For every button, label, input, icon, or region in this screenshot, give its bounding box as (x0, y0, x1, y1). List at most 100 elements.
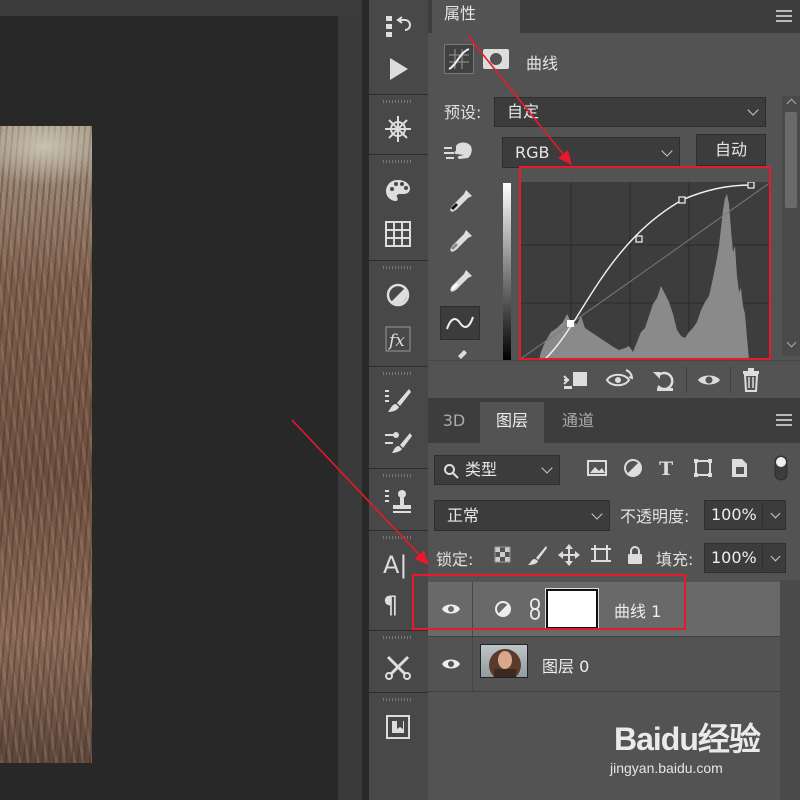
lock-position-move-icon[interactable] (558, 544, 580, 566)
tab-3d[interactable]: 3D (432, 402, 476, 443)
scroll-down-icon[interactable] (786, 337, 797, 348)
filter-pixel-layers-icon[interactable] (584, 453, 610, 483)
lock-artboard-icon[interactable] (590, 544, 612, 566)
black-point-eyedropper-icon[interactable] (440, 184, 480, 218)
search-icon (444, 464, 459, 479)
filter-type-layers-icon[interactable]: T (654, 453, 680, 483)
portrait-photo[interactable] (0, 126, 92, 763)
footer-divider (686, 367, 687, 393)
tab-channels[interactable]: 通道 (548, 402, 608, 443)
layer-mask-icon[interactable] (482, 48, 510, 70)
adjustment-title: 曲线 (526, 54, 559, 73)
reset-adjustment-icon[interactable] (650, 366, 680, 394)
curves-graph-icon[interactable] (444, 44, 474, 74)
panel-menu-icon[interactable] (776, 414, 792, 426)
color-palette-icon[interactable] (383, 176, 413, 206)
portrait-thumbnail-icon (489, 649, 521, 677)
gray-point-eyedropper-icon[interactable] (440, 224, 480, 258)
paragraph-panel-icon[interactable]: ¶ (383, 590, 413, 620)
layer-image-thumbnail[interactable] (480, 644, 528, 678)
navigator-wheel-icon[interactable] (383, 114, 413, 144)
tab-properties[interactable]: 属性 (432, 0, 520, 33)
character-panel-icon[interactable]: A| (383, 550, 413, 580)
layer-visibility-toggle[interactable] (428, 637, 473, 691)
chevron-down-icon[interactable] (770, 551, 781, 562)
blend-mode-dropdown[interactable]: 正常 (434, 500, 610, 531)
white-point-eyedropper-icon[interactable] (440, 264, 480, 298)
tool-presets-icon[interactable] (383, 652, 413, 682)
swatches-grid-icon[interactable] (383, 219, 413, 249)
adjustments-icon[interactable] (383, 280, 413, 310)
opacity-value: 100% (711, 505, 757, 524)
layer-visibility-toggle[interactable] (428, 582, 473, 636)
libraries-icon[interactable] (383, 712, 413, 742)
filter-smart-objects-icon[interactable] (726, 453, 752, 483)
eye-icon (442, 604, 460, 614)
filter-adjustment-layers-icon[interactable] (620, 453, 646, 483)
curves-graph[interactable] (519, 182, 771, 360)
target-adjust-hand-icon[interactable] (442, 138, 476, 166)
mask-link-chain-icon[interactable] (528, 598, 542, 620)
svg-text:fx: fx (387, 331, 405, 351)
panel-menu-icon[interactable] (776, 10, 792, 22)
lock-transparent-pixels-icon[interactable] (492, 544, 514, 566)
fill-value: 100% (711, 548, 757, 567)
history-icon[interactable] (383, 12, 413, 42)
fill-input[interactable]: 100% (704, 543, 786, 573)
toolbar-grip[interactable] (383, 698, 413, 701)
chevron-down-icon[interactable] (770, 508, 781, 519)
channel-dropdown[interactable]: RGB (502, 137, 680, 168)
curves-graph-svg[interactable] (519, 182, 771, 360)
filter-shape-layers-icon[interactable] (690, 453, 716, 483)
lock-all-padlock-icon[interactable] (624, 544, 646, 566)
chevron-down-icon (747, 104, 759, 116)
toolbar-grip[interactable] (383, 474, 413, 477)
chevron-down-icon (591, 507, 603, 520)
layers-tab-bar: 3D 图层 通道 (428, 398, 800, 443)
clip-to-layer-icon[interactable] (560, 366, 590, 394)
opacity-input[interactable]: 100% (704, 500, 786, 530)
panel-toolbar: fx A| ¶ (368, 0, 429, 800)
toolbar-grip[interactable] (383, 100, 413, 103)
svg-text:T: T (659, 458, 673, 480)
toolbar-divider (369, 630, 428, 631)
properties-scroll-thumb[interactable] (785, 112, 797, 208)
preset-value: 自定 (507, 102, 540, 121)
properties-tab-bar: 属性 (428, 0, 800, 33)
layer-row-curves-1[interactable]: 曲线 1 (428, 582, 780, 637)
brush-settings-icon[interactable] (383, 427, 413, 457)
toggle-visibility-eye-icon[interactable] (694, 366, 724, 394)
lock-label: 锁定: (436, 550, 474, 569)
curve-point-shadows[interactable] (567, 320, 574, 327)
brush-presets-icon[interactable] (383, 386, 413, 416)
toolbar-grip[interactable] (383, 536, 413, 539)
edit-points-curve-icon[interactable] (440, 306, 480, 340)
footer-divider (730, 367, 731, 393)
layer-row-layer-0[interactable]: 图层 0 (428, 637, 780, 692)
canvas-vertical-scrollbar[interactable] (338, 16, 362, 800)
play-action-icon[interactable] (383, 54, 413, 84)
layer-mask-thumbnail[interactable] (545, 588, 599, 630)
toolbar-grip[interactable] (383, 160, 413, 163)
filter-toggle-switch[interactable] (768, 453, 794, 483)
clone-source-icon[interactable] (383, 486, 413, 516)
view-previous-state-icon[interactable] (604, 366, 634, 394)
pencil-draw-icon[interactable] (440, 344, 480, 360)
curve-point-highlights[interactable] (678, 196, 686, 204)
blend-mode-value: 正常 (447, 506, 480, 525)
toolbar-grip[interactable] (383, 372, 413, 375)
delete-trash-icon[interactable] (736, 366, 766, 394)
preset-dropdown[interactable]: 自定 (494, 97, 766, 127)
curve-point-white[interactable] (747, 182, 755, 189)
tab-layers[interactable]: 图层 (480, 402, 544, 443)
layer-style-fx-icon[interactable]: fx (383, 324, 413, 354)
chevron-down-icon (541, 462, 553, 474)
auto-button[interactable]: 自动 (696, 134, 766, 166)
curve-point-midtones[interactable] (635, 235, 643, 243)
toolbar-grip[interactable] (383, 636, 413, 639)
properties-footer (428, 360, 800, 399)
layer-filter-dropdown[interactable]: 类型 (434, 455, 560, 485)
scroll-up-icon[interactable] (786, 98, 797, 109)
toolbar-grip[interactable] (383, 266, 413, 269)
lock-image-pixels-icon[interactable] (526, 544, 548, 566)
